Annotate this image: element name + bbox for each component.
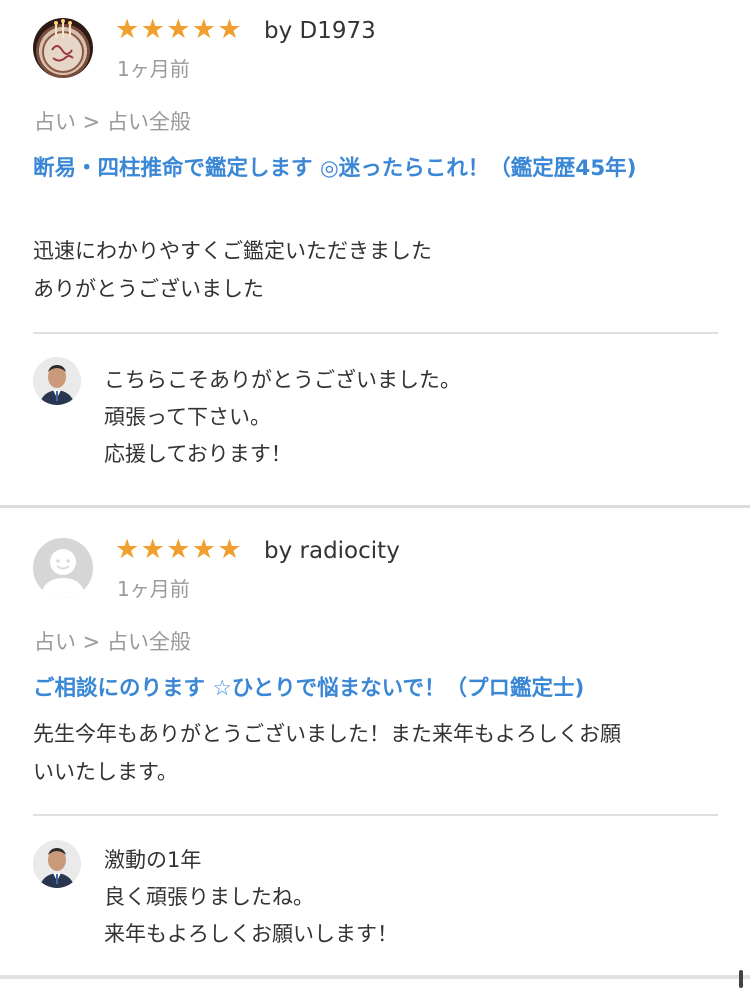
seller-portrait-icon (33, 840, 81, 888)
seller-reply: 激動の1年 良く頑張りましたね。 来年もよろしくお願いします！ (104, 842, 714, 953)
divider (33, 332, 718, 334)
default-user-icon (33, 538, 93, 598)
divider (33, 814, 718, 816)
cake-photo-icon (42, 19, 84, 73)
star-icon: ★ (140, 534, 165, 565)
star-icon: ★ (115, 534, 140, 565)
reply-line: 良く頑張りましたね。 (104, 885, 314, 909)
star-icon: ★ (191, 534, 216, 565)
reply-line: 頑張って下さい。 (104, 405, 271, 429)
seller-avatar[interactable] (33, 357, 81, 405)
review-date: 1ヶ月前 (117, 577, 190, 601)
star-icon: ★ (140, 14, 165, 45)
seller-avatar[interactable] (33, 840, 81, 888)
scrollbar-thumb[interactable] (739, 970, 743, 988)
category-breadcrumb[interactable]: 占い > 占い全般 (34, 628, 191, 656)
star-icon: ★ (191, 14, 216, 45)
rating-stars: ★ ★ ★ ★ ★ (115, 16, 243, 44)
reviewer-name[interactable]: by radiocity (264, 536, 400, 566)
review-comment: 先生今年もありがとうございました！また来年もよろしくお願 いいたします。 (33, 715, 723, 791)
reply-line: 激動の1年 (104, 848, 202, 872)
page-bottom-border (0, 975, 750, 979)
reviewer-avatar[interactable] (33, 538, 93, 598)
star-icon: ★ (217, 534, 242, 565)
review-date: 1ヶ月前 (117, 57, 190, 81)
comment-line: 迅速にわかりやすくご鑑定いただきました (33, 239, 432, 263)
star-icon: ★ (115, 14, 140, 45)
reply-line: 応援しております！ (104, 442, 292, 466)
reviewer-avatar[interactable] (33, 18, 93, 78)
category-breadcrumb[interactable]: 占い > 占い全般 (34, 108, 191, 136)
rating-stars: ★ ★ ★ ★ ★ (115, 536, 243, 564)
star-icon: ★ (166, 534, 191, 565)
service-title-link[interactable]: 断易・四柱推命で鑑定します ◎迷ったらこれ！（鑑定歴45年) (33, 150, 693, 187)
star-icon: ★ (217, 14, 242, 45)
review-comment: 迅速にわかりやすくご鑑定いただきました ありがとうございました (33, 232, 723, 308)
reviewer-name[interactable]: by D1973 (264, 16, 376, 46)
reply-line: 来年もよろしくお願いします！ (104, 922, 398, 946)
comment-line: 先生今年もありがとうございました！また来年もよろしくお願 (33, 722, 621, 746)
comment-line: ありがとうございました (33, 277, 264, 301)
reply-line: こちらこそありがとうございました。 (104, 368, 461, 392)
star-icon: ★ (166, 14, 191, 45)
seller-reply: こちらこそありがとうございました。 頑張って下さい。 応援しております！ (104, 362, 714, 473)
comment-line: いいたします。 (33, 760, 178, 784)
service-title-link[interactable]: ご相談にのります ☆ひとりで悩まないで！（プロ鑑定士) (33, 670, 693, 707)
seller-portrait-icon (33, 357, 81, 405)
